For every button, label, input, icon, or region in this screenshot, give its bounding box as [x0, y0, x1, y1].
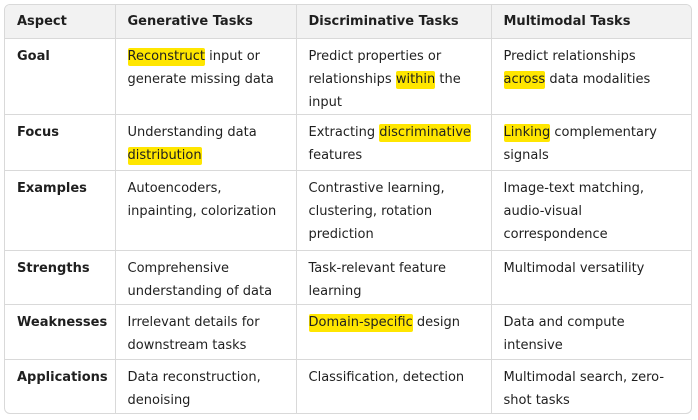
generative-cell: Understanding data distribution [115, 114, 297, 171]
table-row: Examples Autoencoders, inpainting, color… [5, 170, 691, 251]
table-row: Applications Data reconstruction, denois… [5, 359, 691, 413]
multimodal-cell: Multimodal versatility [491, 250, 691, 305]
discriminative-cell: Contrastive learning, clustering, rotati… [296, 170, 492, 251]
multimodal-cell: Linking complementary signals [491, 114, 691, 171]
aspect-cell: Goal [5, 38, 116, 115]
generative-cell: Reconstruct input or generate missing da… [115, 38, 297, 115]
comparison-table-container: Aspect Generative Tasks Discriminative T… [4, 4, 692, 414]
multimodal-cell: Image-text matching, audio-visual corres… [491, 170, 691, 251]
highlighted-text: across [503, 71, 546, 89]
cell-text: Predict relationships [503, 49, 636, 64]
cell-text: Understanding data [127, 125, 257, 140]
table-row: Weaknesses Irrelevant details for downst… [5, 304, 691, 360]
header-generative-tasks: Generative Tasks [115, 5, 297, 39]
discriminative-cell: Classification, detection [296, 359, 492, 413]
generative-cell: Data reconstruction, denoising [115, 359, 297, 413]
aspect-cell: Examples [5, 170, 116, 251]
generative-cell: Comprehensive understanding of data [115, 250, 297, 305]
multimodal-cell: Data and compute intensive [491, 304, 691, 360]
table-header-row: Aspect Generative Tasks Discriminative T… [5, 5, 691, 39]
comparison-table: Aspect Generative Tasks Discriminative T… [5, 5, 691, 413]
cell-text: design [412, 315, 461, 330]
header-aspect: Aspect [5, 5, 116, 39]
discriminative-cell: Predict properties or relationships with… [296, 38, 492, 115]
header-discriminative-tasks: Discriminative Tasks [296, 5, 492, 39]
aspect-cell: Strengths [5, 250, 116, 305]
cell-text: Extracting [308, 125, 380, 140]
generative-cell: Irrelevant details for downstream tasks [115, 304, 297, 360]
table-row: Focus Understanding data distribution Ex… [5, 114, 691, 171]
discriminative-cell: Task-relevant feature learning [296, 250, 492, 305]
table-row: Strengths Comprehensive understanding of… [5, 250, 691, 305]
highlighted-text: Reconstruct [127, 48, 205, 66]
highlighted-text: distribution [127, 147, 202, 165]
highlighted-text: within [395, 71, 436, 89]
highlighted-text: Domain-specific [308, 314, 413, 332]
aspect-cell: Applications [5, 359, 116, 413]
aspect-cell: Focus [5, 114, 116, 171]
table-row: Goal Reconstruct input or generate missi… [5, 38, 691, 115]
cell-text: features [308, 148, 363, 163]
header-multimodal-tasks: Multimodal Tasks [491, 5, 691, 39]
generative-cell: Autoencoders, inpainting, colorization [115, 170, 297, 251]
highlighted-text: Linking [503, 124, 551, 142]
discriminative-cell: Extracting discriminative features [296, 114, 492, 171]
multimodal-cell: Multimodal search, zero-shot tasks [503, 370, 665, 408]
highlighted-text: discriminative [379, 124, 471, 142]
multimodal-cell: Predict relationships across data modali… [491, 38, 691, 115]
cell-text: data modalities [545, 72, 651, 87]
discriminative-cell: Domain-specific design [296, 304, 492, 360]
aspect-cell: Weaknesses [5, 304, 116, 360]
